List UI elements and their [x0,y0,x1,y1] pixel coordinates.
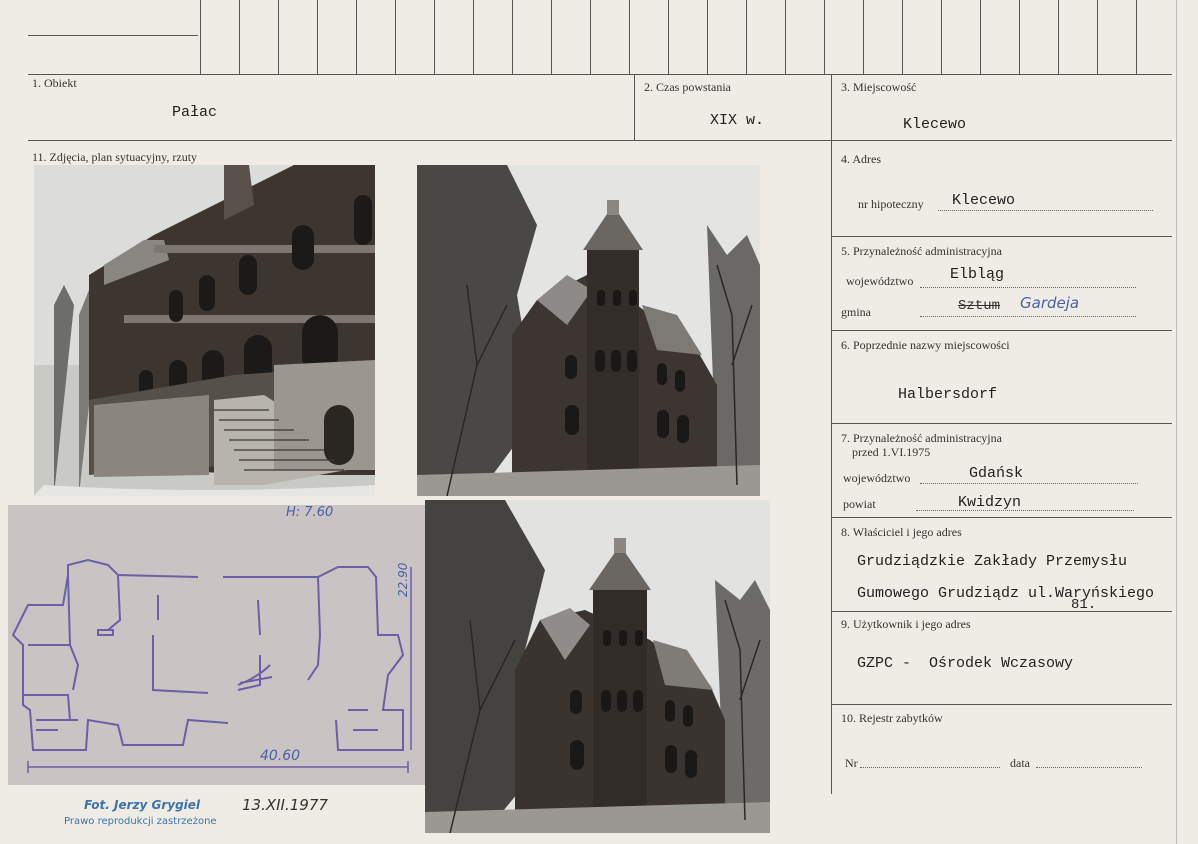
row1-bottom-rule [28,140,1172,141]
former-voivodeship-dotted-line [920,483,1138,484]
catalog-card: 1. Obiekt Pałac 2. Czas powstania XIX w.… [0,0,1198,844]
photo-date: 13.XII.1977 [242,796,328,814]
register-date-label: data [1010,756,1030,770]
commune-dotted-line [920,316,1136,317]
plan-height-note: H: 7.60 [286,505,334,520]
sec8-bottom-rule [831,611,1172,612]
former-voivodeship-label: województwo [843,471,911,485]
district-dotted-line [916,510,1134,511]
card-edge [1176,0,1177,844]
former-admin-label: 7. Przynależność administracyjna [841,431,1002,445]
former-voivodeship-value: Gdańsk [969,465,1024,482]
mortgage-value: Klecewo [952,192,1016,209]
commune-label: gmina [841,305,871,319]
commune-handwritten-value: Gardeja [1020,294,1080,312]
register-label: 10. Rejestr zabytków [841,711,943,725]
photo-palace-tower-1 [417,165,760,496]
top-rule [28,35,198,36]
register-nr-label: Nr [845,756,858,770]
former-admin-date: przed 1.VI.1975 [852,445,931,459]
locality-label: 3. Miejscowość [841,80,917,94]
admin-label: 5. Przynależność administracyjna [841,244,1002,258]
register-nr-dotted-line [860,767,1000,768]
district-value: Kwidzyn [958,494,1022,511]
rights-stamp: Prawo reprodukcji zastrzeżone [64,816,217,827]
district-label: powiat [843,497,876,511]
former-name-value: Halbersdorf [898,386,998,403]
commune-struck-value: Sztum [958,298,1001,314]
sec5-bottom-rule [831,330,1172,331]
photo-palace-facade [34,165,375,496]
plan-width-dim: 40.60 [260,748,301,764]
user-value: GZPC - Ośrodek Wczasowy [857,655,1074,672]
voivodeship-dotted-line [920,287,1136,288]
owner-line-2: Gumowego Grudziądz ul.Waryńskiego [857,585,1155,602]
floor-plan-walls [11,558,405,751]
mortgage-dotted-line [938,210,1153,211]
object-value: Pałac [172,104,218,121]
owner-label: 8. Właściciel i jego adres [841,525,962,539]
plan-depth-dim: 22.90 [396,562,410,597]
voivodeship-label: województwo [846,274,914,288]
sec7-bottom-rule [831,517,1172,518]
user-label: 9. Użytkownik i jego adres [841,617,971,631]
register-date-dotted-line [1036,767,1142,768]
date-built-value: XIX w. [710,112,765,129]
former-names-label: 6. Poprzednie nazwy miejscowości [841,338,1010,352]
object-label: 1. Obiekt [32,76,77,90]
address-label: 4. Adres [841,152,881,166]
locality-value: Klecewo [903,116,967,133]
date-built-label: 2. Czas powstania [644,80,731,94]
floor-plan-dimension-lines [27,567,412,773]
floor-plan: H: 7.60 40.60 22.90 [8,505,426,785]
grid-bottom-rule [28,74,1172,75]
photos-label: 11. Zdjęcia, plan sytuacyjny, rzuty [32,150,198,164]
sec9-bottom-rule [831,704,1172,705]
owner-line-1: Grudziądzkie Zakłady Przemysłu [857,553,1128,570]
photographer-stamp: Fot. Jerzy Grygiel [84,798,201,812]
mortgage-label: nr hipoteczny [858,197,924,211]
sec4-bottom-rule [831,236,1172,237]
voivodeship-value: Elbląg [950,266,1005,283]
photo-palace-tower-2 [425,500,770,833]
sec6-bottom-rule [831,423,1172,424]
